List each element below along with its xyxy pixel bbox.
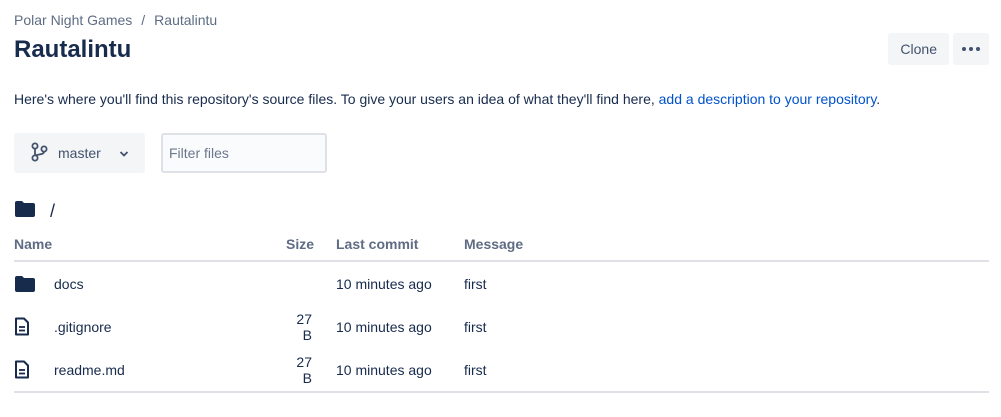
header-size[interactable]: Size — [286, 236, 336, 262]
folder-icon — [14, 275, 54, 293]
chevron-down-icon — [119, 145, 129, 161]
breadcrumb-repo-link[interactable]: Rautalintu — [154, 12, 217, 28]
intro-description: Here's where you'll find this repository… — [14, 91, 659, 107]
branch-selector[interactable]: master — [14, 133, 145, 173]
intro-text: Here's where you'll find this repository… — [14, 91, 880, 107]
table-row[interactable]: docs 10 minutes ago first — [14, 261, 989, 305]
header-message[interactable]: Message — [464, 236, 989, 262]
path-text: / — [50, 201, 56, 221]
file-message: first — [464, 275, 487, 292]
table-row[interactable]: readme.md 27 B 10 minutes ago first — [14, 348, 989, 393]
file-size: 27 B — [286, 348, 336, 393]
repository-source-page: Polar Night Games / Rautalintu Rautalint… — [0, 0, 1001, 417]
page-title: Rautalintu — [14, 36, 132, 63]
header-name[interactable]: Name — [14, 236, 286, 262]
branch-name: master — [58, 145, 101, 161]
file-icon — [14, 360, 54, 379]
table-row[interactable]: .gitignore 27 B 10 minutes ago first — [14, 305, 989, 348]
filter-files-input[interactable] — [161, 133, 327, 173]
header-last-commit[interactable]: Last commit — [336, 236, 464, 262]
file-name-link[interactable]: .gitignore — [54, 319, 112, 335]
file-message: first — [464, 348, 989, 393]
file-size — [286, 261, 336, 305]
breadcrumb: Polar Night Games / Rautalintu — [14, 12, 217, 28]
file-last-commit: 10 minutes ago — [336, 275, 432, 292]
file-name-link[interactable]: docs — [54, 276, 84, 292]
header-actions: Clone — [888, 33, 989, 65]
more-icon — [962, 47, 980, 51]
file-table: Name Size Last commit Message docs 10 mi… — [14, 236, 989, 393]
intro-suffix: . — [876, 91, 881, 107]
file-last-commit: 10 minutes ago — [336, 348, 464, 393]
file-size: 27 B — [296, 310, 312, 343]
file-name-link[interactable]: readme.md — [54, 362, 125, 378]
table-header-row: Name Size Last commit Message — [14, 236, 989, 262]
breadcrumb-project-link[interactable]: Polar Night Games — [14, 12, 132, 28]
branch-icon — [30, 142, 48, 165]
breadcrumb-separator: / — [141, 12, 146, 28]
current-path: / — [14, 200, 55, 223]
clone-button[interactable]: Clone — [888, 33, 949, 65]
file-last-commit: 10 minutes ago — [336, 318, 432, 335]
folder-icon — [14, 200, 36, 223]
more-actions-button[interactable] — [953, 33, 989, 65]
file-message: first — [464, 318, 487, 335]
add-description-link[interactable]: add a description to your repository — [659, 91, 877, 107]
file-icon — [14, 317, 54, 336]
